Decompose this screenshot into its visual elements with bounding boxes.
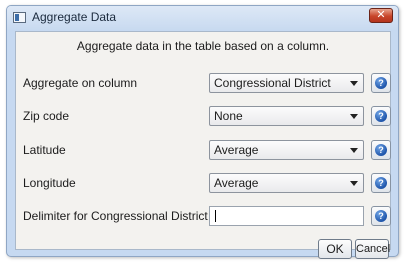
cancel-button[interactable]: Cancel (355, 239, 390, 259)
title-bar[interactable]: Aggregate Data ✕ (7, 6, 398, 30)
chevron-down-icon (350, 181, 358, 186)
window-title: Aggregate Data (32, 10, 117, 24)
close-button[interactable]: ✕ (369, 8, 393, 23)
aggregate-column-help-button[interactable]: ? (371, 73, 391, 93)
aggregate-data-dialog: Aggregate Data ✕ Aggregate data in the t… (6, 5, 399, 259)
help-icon: ? (375, 110, 387, 122)
aggregate-column-value: Congressional District (214, 76, 331, 90)
delimiter-input[interactable] (209, 206, 364, 226)
dialog-description: Aggregate data in the table based on a c… (76, 39, 330, 53)
chevron-down-icon (350, 81, 358, 86)
page: Aggregate Data ✕ Aggregate data in the t… (0, 0, 406, 264)
delimiter-help-button[interactable]: ? (371, 206, 391, 226)
text-caret (215, 210, 216, 222)
zip-code-label: Zip code (23, 109, 70, 123)
help-icon: ? (375, 177, 387, 189)
aggregate-column-label: Aggregate on column (23, 76, 138, 90)
chevron-down-icon (350, 148, 358, 153)
zip-code-help-button[interactable]: ? (371, 106, 391, 126)
longitude-value: Average (214, 176, 259, 190)
longitude-select[interactable]: Average (209, 173, 364, 193)
latitude-value: Average (214, 143, 259, 157)
latitude-select[interactable]: Average (209, 140, 364, 160)
zip-code-value: None (214, 109, 243, 123)
window-app-icon (13, 12, 26, 23)
delimiter-label: Delimiter for Congressional District (23, 209, 208, 223)
latitude-help-button[interactable]: ? (371, 140, 391, 160)
aggregate-column-select[interactable]: Congressional District (209, 73, 364, 93)
latitude-label: Latitude (23, 143, 66, 157)
longitude-label: Longitude (23, 176, 76, 190)
help-icon: ? (375, 77, 387, 89)
help-icon: ? (375, 210, 387, 222)
help-icon: ? (375, 144, 387, 156)
zip-code-select[interactable]: None (209, 106, 364, 126)
chevron-down-icon (350, 114, 358, 119)
dialog-body: Aggregate data in the table based on a c… (15, 31, 391, 259)
longitude-help-button[interactable]: ? (371, 173, 391, 193)
ok-button[interactable]: OK (318, 239, 352, 259)
